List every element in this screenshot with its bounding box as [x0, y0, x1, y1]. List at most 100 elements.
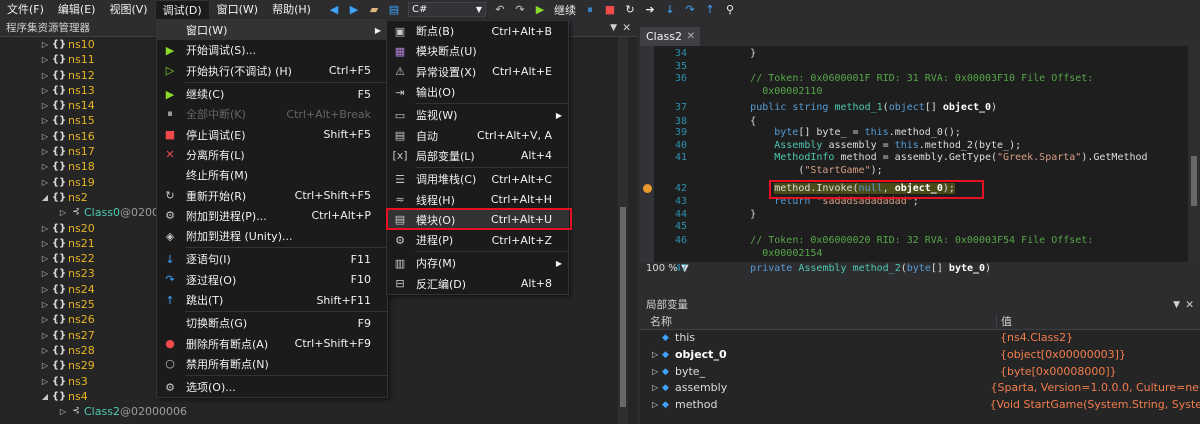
menu-item[interactable]: ⚠ 异常设置(X) Ctrl+Alt+E — [387, 62, 568, 82]
expand-arrow-icon[interactable]: ▷ — [40, 175, 50, 190]
dropdown-icon[interactable]: ▼ — [1173, 296, 1180, 314]
language-select[interactable]: C# ▼ — [407, 2, 486, 17]
menu-item[interactable]: ⚙ 选项(O)... — [157, 377, 387, 397]
restart-icon[interactable]: ↻ — [622, 2, 638, 18]
expand-arrow-icon[interactable]: ◢ — [40, 389, 50, 404]
expand-arrow-icon[interactable]: ▷ — [58, 205, 68, 220]
expand-arrow-icon[interactable]: ▷ — [40, 159, 50, 174]
expand-arrow-icon[interactable]: ▷ — [40, 282, 50, 297]
expand-arrow-icon[interactable]: ▷ — [40, 266, 50, 281]
menu-edit[interactable]: 编辑(E) — [51, 0, 103, 19]
code-editor[interactable]: 100 % ▼ 34 } 35 36 // Token: 0x0600001F RI… — [640, 46, 1200, 275]
expand-arrow-icon[interactable]: ◢ — [40, 190, 50, 205]
close-icon[interactable]: ✕ — [687, 27, 695, 46]
menu-item[interactable]: ▤ 自动 Ctrl+Alt+V, A — [387, 125, 568, 145]
save-icon[interactable]: ▤ — [386, 2, 402, 18]
stop-icon[interactable]: ■ — [602, 2, 618, 18]
column-value-header[interactable]: 值 — [997, 314, 1012, 329]
expand-arrow-icon[interactable]: ▷ — [40, 144, 50, 159]
expand-arrow-icon[interactable]: ▷ — [652, 380, 662, 397]
scrollbar-thumb[interactable] — [620, 207, 626, 407]
show-next-statement-icon[interactable]: ➔ — [642, 2, 658, 18]
menu-item[interactable]: [x] 局部变量(L) Alt+4 — [387, 146, 568, 166]
expand-arrow-icon[interactable]: ▷ — [40, 83, 50, 98]
redo-icon[interactable]: ↷ — [512, 2, 528, 18]
close-icon[interactable]: ✕ — [1185, 296, 1194, 314]
menu-item[interactable]: ⇥ 输出(O) — [387, 82, 568, 102]
pause-icon[interactable]: ⏸ — [582, 2, 598, 18]
menu-item[interactable]: ▣ 断点(B) Ctrl+Alt+B — [387, 21, 568, 41]
expand-arrow-icon[interactable]: ▷ — [652, 397, 662, 414]
menu-item[interactable]: ↓ 逐语句(I) F11 — [157, 249, 387, 269]
expand-arrow-icon[interactable]: ▷ — [40, 221, 50, 236]
search-icon[interactable]: ⚲ — [722, 2, 738, 18]
menu-item[interactable]: ▥ 内存(M) ▶ — [387, 253, 568, 273]
locals-row[interactable]: ▷ ◆ object_0 {object[0x00000003]} — [640, 347, 1200, 364]
menu-item[interactable]: 终止所有(M) — [157, 165, 387, 185]
menu-item[interactable]: ● 删除所有断点(A) Ctrl+Shift+F9 — [157, 333, 387, 353]
menu-item[interactable]: ■ 停止调试(E) Shift+F5 — [157, 124, 387, 144]
menu-item[interactable]: ◈ 附加到进程 (Unity)... — [157, 226, 387, 246]
expand-arrow-icon[interactable]: ▷ — [40, 297, 50, 312]
menu-item[interactable]: ≈ 线程(H) Ctrl+Alt+H — [387, 189, 568, 209]
locals-row[interactable]: ▷ ◆ method {Void StartGame(System.String, S… — [640, 397, 1200, 414]
menu-help[interactable]: 帮助(H) — [265, 0, 318, 19]
locals-row[interactable]: ▷ ◆ byte_ {byte[0x00008000]} — [640, 364, 1200, 381]
undo-icon[interactable]: ↶ — [492, 2, 508, 18]
expand-arrow-icon[interactable]: ▷ — [40, 343, 50, 358]
expand-arrow-icon[interactable]: ▷ — [40, 328, 50, 343]
expand-arrow-icon[interactable]: ▷ — [40, 358, 50, 373]
step-out-icon[interactable]: ↑ — [702, 2, 718, 18]
step-over-icon[interactable]: ↷ — [682, 2, 698, 18]
menu-item[interactable]: 窗口(W) ▶ — [157, 20, 387, 41]
locals-row[interactable]: ◆ this {ns4.Class2} — [640, 330, 1200, 347]
menu-item[interactable]: ▭ 监视(W) ▶ — [387, 105, 568, 125]
menu-item[interactable]: ↻ 重新开始(R) Ctrl+Shift+F5 — [157, 185, 387, 205]
dropdown-icon[interactable]: ▼ — [610, 19, 617, 37]
menu-item[interactable]: ▦ 模块断点(U) — [387, 41, 568, 61]
breakpoint-icon[interactable] — [643, 184, 652, 193]
editor-tab[interactable]: Class2 ✕ — [640, 27, 700, 46]
menu-item[interactable]: ✕ 分离所有(L) — [157, 145, 387, 165]
menu-item[interactable]: ⚙ 附加到进程(P)... Ctrl+Alt+P — [157, 206, 387, 226]
menu-item[interactable]: ⚙ 进程(P) Ctrl+Alt+Z — [387, 230, 568, 250]
scrollbar[interactable] — [618, 37, 628, 424]
menu-debug[interactable]: 调试(D) — [154, 0, 210, 19]
expand-arrow-icon[interactable]: ▷ — [58, 404, 68, 419]
back-icon[interactable]: ◀ — [326, 2, 342, 18]
continue-button[interactable]: 继续 — [554, 2, 576, 18]
expand-arrow-icon[interactable]: ▷ — [40, 68, 50, 83]
menu-item[interactable]: ⊟ 反汇编(D) Alt+8 — [387, 274, 568, 294]
locals-row[interactable]: ▷ ◆ assembly {Sparta, Version=1.0.0.0, Cult… — [640, 380, 1200, 397]
column-name-header[interactable]: 名称 — [640, 314, 997, 329]
menu-file[interactable]: 文件(F) — [0, 0, 51, 19]
menu-window[interactable]: 窗口(W) — [210, 0, 265, 19]
expand-arrow-icon[interactable]: ▷ — [40, 113, 50, 128]
menu-item[interactable]: ☰ 调用堆栈(C) Ctrl+Alt+C — [387, 169, 568, 189]
continue-icon[interactable]: ▶ — [532, 2, 548, 18]
tree-node[interactable]: ▷ ⊰ Class2 @02000006 — [0, 404, 620, 419]
menu-item[interactable]: 切换断点(G) F9 — [157, 313, 387, 333]
close-icon[interactable]: ✕ — [622, 19, 631, 37]
expand-arrow-icon[interactable]: ▷ — [40, 52, 50, 67]
menu-item[interactable]: ▶ 开始调试(S)... — [157, 40, 387, 60]
expand-arrow-icon[interactable]: ▷ — [652, 364, 662, 381]
editor-gutter[interactable] — [640, 46, 654, 275]
menu-view[interactable]: 视图(V) — [102, 0, 154, 19]
expand-arrow-icon[interactable]: ▷ — [40, 98, 50, 113]
menu-item[interactable]: ▷ 开始执行(不调试) (H) Ctrl+F5 — [157, 61, 387, 81]
expand-arrow-icon[interactable]: ▷ — [40, 251, 50, 266]
menu-item[interactable]: ↑ 跳出(T) Shift+F11 — [157, 290, 387, 310]
expand-arrow-icon[interactable]: ▷ — [40, 236, 50, 251]
expand-arrow-icon[interactable]: ▷ — [652, 347, 662, 364]
open-folder-icon[interactable]: ▰ — [366, 2, 382, 18]
forward-icon[interactable]: ▶ — [346, 2, 362, 18]
expand-arrow-icon[interactable]: ▷ — [40, 312, 50, 327]
step-into-icon[interactable]: ↓ — [662, 2, 678, 18]
expand-arrow-icon[interactable]: ▷ — [40, 129, 50, 144]
menu-item[interactable]: ↷ 逐过程(O) F10 — [157, 270, 387, 290]
expand-arrow-icon[interactable]: ▷ — [40, 37, 50, 52]
menu-item[interactable]: ▶ 继续(C) F5 — [157, 84, 387, 104]
menu-item[interactable]: ○ 禁用所有断点(N) — [157, 354, 387, 374]
expand-arrow-icon[interactable]: ▷ — [40, 374, 50, 389]
